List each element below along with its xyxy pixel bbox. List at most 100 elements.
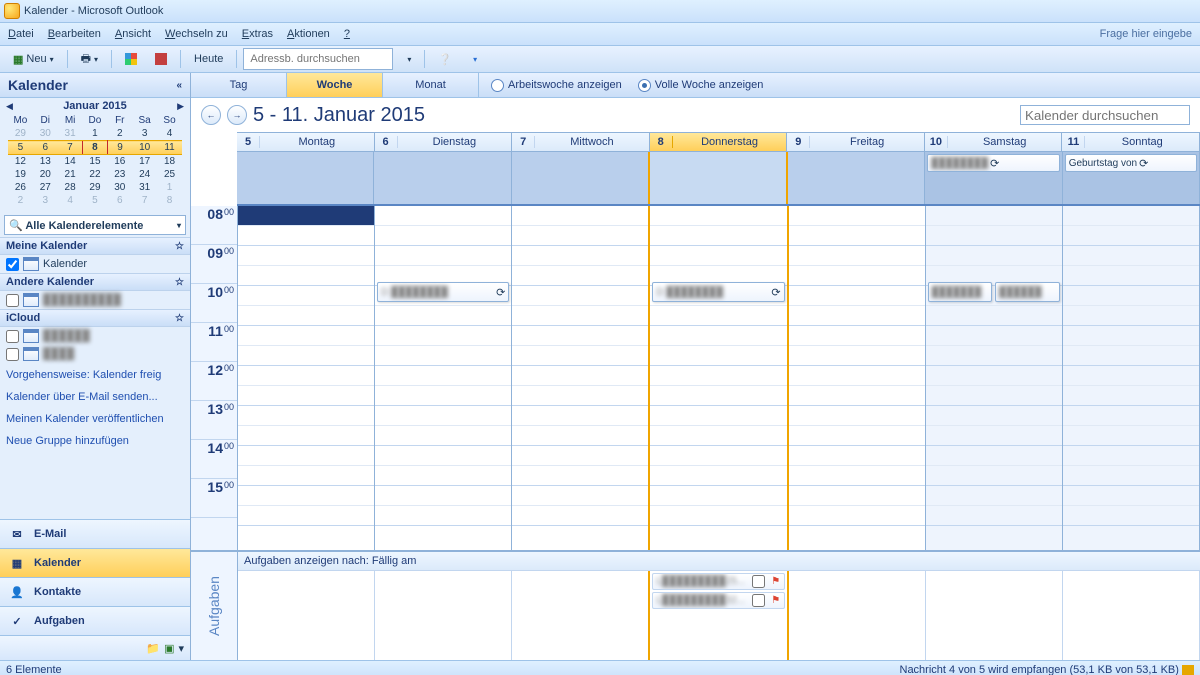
- menu-bearbeiten[interactable]: Bearbeiten: [48, 28, 101, 40]
- view-tab-tag[interactable]: Tag: [191, 73, 287, 97]
- task-item[interactable]: L█████████25...⚑: [652, 573, 784, 590]
- menubar: Datei Bearbeiten Ansicht Wechseln zu Extras A…: [0, 23, 1200, 46]
- day-header[interactable]: 11Sonntag: [1062, 133, 1200, 151]
- allday-cell[interactable]: [512, 152, 649, 204]
- nav-options-icon[interactable]: ▾: [178, 642, 184, 655]
- task-cell[interactable]: [926, 571, 1063, 660]
- folder-icon[interactable]: 📁: [146, 642, 160, 655]
- day-header[interactable]: 10Samstag: [925, 133, 1063, 151]
- new-button[interactable]: ▦Neu▾: [6, 48, 61, 70]
- nav-e-mail[interactable]: ✉E-Mail: [0, 519, 190, 548]
- task-item[interactable]: L█████████32...⚑: [652, 592, 784, 609]
- print-button[interactable]: 🖶▾: [74, 48, 105, 70]
- sidebar-link[interactable]: Vorgehensweise: Kalender freig: [6, 369, 184, 381]
- day-header[interactable]: 8Donnerstag: [650, 133, 788, 151]
- task-cell[interactable]: [512, 571, 649, 660]
- shortcuts-icon[interactable]: ▣: [164, 642, 174, 655]
- search-dropdown[interactable]: ▾: [397, 48, 418, 70]
- day-column[interactable]: D ████████⟳: [375, 206, 512, 550]
- help-button[interactable]: ❔: [431, 48, 459, 70]
- app-icon: [4, 3, 20, 19]
- task-cell[interactable]: [1063, 571, 1200, 660]
- calendar-group[interactable]: Andere Kalender☆: [0, 273, 190, 291]
- address-search[interactable]: [243, 48, 393, 70]
- allday-cell[interactable]: [788, 152, 925, 204]
- time-label: 1300: [191, 401, 237, 440]
- allday-cell[interactable]: [648, 152, 788, 204]
- calendar-item[interactable]: Kalender: [0, 255, 190, 273]
- menu-wechseln zu[interactable]: Wechseln zu: [165, 28, 228, 40]
- permissions-button[interactable]: [148, 48, 174, 70]
- allday-row[interactable]: ████████ ⟳ Geburtstag von ⟳: [237, 152, 1200, 206]
- status-right: Nachricht 4 von 5 wird empfangen (53,1 K…: [900, 664, 1195, 675]
- day-header[interactable]: 6Dienstag: [375, 133, 513, 151]
- nav-kontakte[interactable]: 👤Kontakte: [0, 577, 190, 606]
- collapse-sidebar-icon[interactable]: «: [176, 80, 182, 91]
- calendar-item[interactable]: ████: [0, 345, 190, 363]
- allday-event[interactable]: Geburtstag von ⟳: [1065, 154, 1197, 172]
- day-column[interactable]: [789, 206, 926, 550]
- day-header[interactable]: 5Montag: [237, 133, 375, 151]
- calendar-search[interactable]: [1020, 105, 1190, 125]
- sidebar-header: Kalender «: [0, 73, 190, 98]
- calendar-group[interactable]: iCloud☆: [0, 309, 190, 327]
- time-label: 1400: [191, 440, 237, 479]
- view-radio[interactable]: Volle Woche anzeigen: [638, 79, 764, 92]
- next-month-icon[interactable]: ▶: [177, 101, 184, 112]
- day-column[interactable]: [238, 206, 375, 550]
- allday-cell[interactable]: Geburtstag von ⟳: [1063, 152, 1200, 204]
- time-column: 08000900100011001200130014001500: [191, 206, 238, 550]
- appointment[interactable]: ██████: [995, 282, 1060, 302]
- task-cell[interactable]: [375, 571, 512, 660]
- toolbar-options[interactable]: ▾: [463, 48, 484, 70]
- appointment[interactable]: D ████████⟳: [652, 282, 784, 302]
- day-header[interactable]: 9Freitag: [787, 133, 925, 151]
- time-label: 1000: [191, 284, 237, 323]
- menu-?[interactable]: ?: [344, 28, 350, 40]
- task-cell[interactable]: L█████████25...⚑ L█████████32...⚑: [648, 571, 788, 660]
- day-column[interactable]: D ████████⟳: [648, 206, 788, 550]
- sidebar-link[interactable]: Neue Gruppe hinzufügen: [6, 435, 184, 447]
- day-column[interactable]: █████████████: [926, 206, 1063, 550]
- menu-ansicht[interactable]: Ansicht: [115, 28, 151, 40]
- allday-cell[interactable]: [237, 152, 374, 204]
- next-week-button[interactable]: →: [227, 105, 247, 125]
- prev-week-button[interactable]: ←: [201, 105, 221, 125]
- day-column[interactable]: [512, 206, 649, 550]
- today-button[interactable]: Heute: [187, 48, 230, 70]
- help-prompt[interactable]: Frage hier eingebe: [1100, 28, 1192, 40]
- search-all-calendar-items[interactable]: 🔍 Alle Kalenderelemente▾: [4, 215, 186, 235]
- nav-aufgaben[interactable]: ✓Aufgaben: [0, 606, 190, 635]
- sidebar-link[interactable]: Kalender über E-Mail senden...: [6, 391, 184, 403]
- window-title: Kalender - Microsoft Outlook: [24, 5, 163, 17]
- calendar-item[interactable]: ██████: [0, 327, 190, 345]
- allday-event[interactable]: ████████ ⟳: [927, 154, 1059, 172]
- day-header[interactable]: 7Mittwoch: [512, 133, 650, 151]
- appointment[interactable]: D ████████⟳: [377, 282, 509, 302]
- menu-extras[interactable]: Extras: [242, 28, 273, 40]
- status-left: 6 Elemente: [6, 664, 62, 675]
- task-cell[interactable]: [789, 571, 926, 660]
- calendar-item[interactable]: ██████████: [0, 291, 190, 309]
- menu-datei[interactable]: Datei: [8, 28, 34, 40]
- sidebar-link[interactable]: Meinen Kalender veröffentlichen: [6, 413, 184, 425]
- day-headers: 5Montag6Dienstag7Mittwoch8Donnerstag9Fre…: [237, 132, 1200, 152]
- allday-cell[interactable]: [374, 152, 511, 204]
- menu-aktionen[interactable]: Aktionen: [287, 28, 330, 40]
- view-radio[interactable]: Arbeitswoche anzeigen: [491, 79, 622, 92]
- view-tab-monat[interactable]: Monat: [383, 73, 479, 97]
- appointment[interactable]: ███████: [928, 282, 993, 302]
- time-grid[interactable]: 08000900100011001200130014001500 D █████…: [191, 206, 1200, 550]
- day-column[interactable]: [1063, 206, 1200, 550]
- view-tab-woche[interactable]: Woche: [287, 73, 383, 97]
- mini-calendar[interactable]: MoDiMiDoFrSaSo29303112345678910111213141…: [0, 114, 190, 213]
- main: TagWocheMonat Arbeitswoche anzeigen Volle…: [191, 73, 1200, 660]
- allday-cell[interactable]: ████████ ⟳: [925, 152, 1062, 204]
- calendar-group[interactable]: Meine Kalender☆: [0, 237, 190, 255]
- task-cell[interactable]: [238, 571, 375, 660]
- tasks-pane: Aufgaben Aufgaben anzeigen nach: Fällig …: [191, 550, 1200, 660]
- prev-month-icon[interactable]: ◀: [6, 101, 13, 112]
- nav-kalender[interactable]: ▦Kalender: [0, 548, 190, 577]
- categorize-button[interactable]: [118, 48, 144, 70]
- month-label: Januar 2015: [63, 100, 127, 112]
